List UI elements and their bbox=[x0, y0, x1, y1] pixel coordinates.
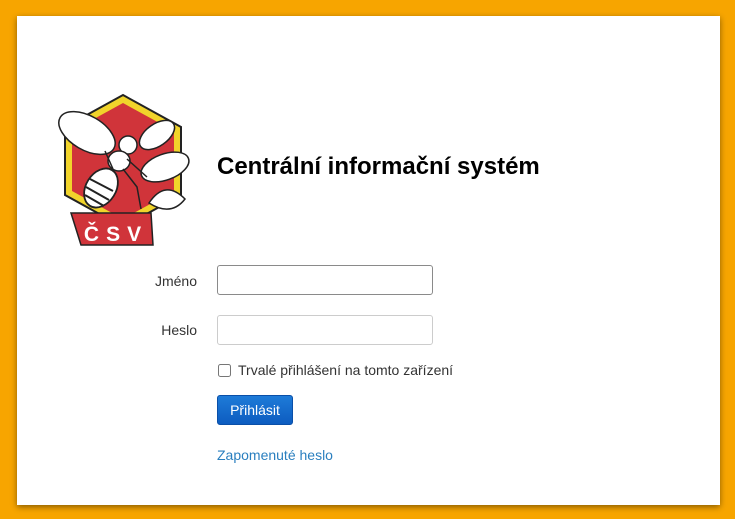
logo-lettering: ČSV bbox=[84, 222, 148, 246]
password-input[interactable] bbox=[217, 315, 433, 345]
name-input[interactable] bbox=[217, 265, 433, 295]
password-label: Heslo bbox=[161, 322, 197, 338]
login-button[interactable]: Přihlásit bbox=[217, 395, 293, 425]
remember-me-row: Trvalé přihlášení na tomto zařízení bbox=[217, 362, 453, 378]
login-panel: ČSV Centrální informační systém Jméno He… bbox=[17, 16, 720, 505]
name-label: Jméno bbox=[154, 273, 197, 289]
csv-bee-logo: ČSV bbox=[58, 93, 190, 246]
forgot-password-link[interactable]: Zapomenuté heslo bbox=[217, 447, 333, 463]
remember-me-label[interactable]: Trvalé přihlášení na tomto zařízení bbox=[238, 362, 453, 378]
remember-me-checkbox[interactable] bbox=[218, 363, 231, 377]
page-title: Centrální informační systém bbox=[217, 153, 540, 180]
